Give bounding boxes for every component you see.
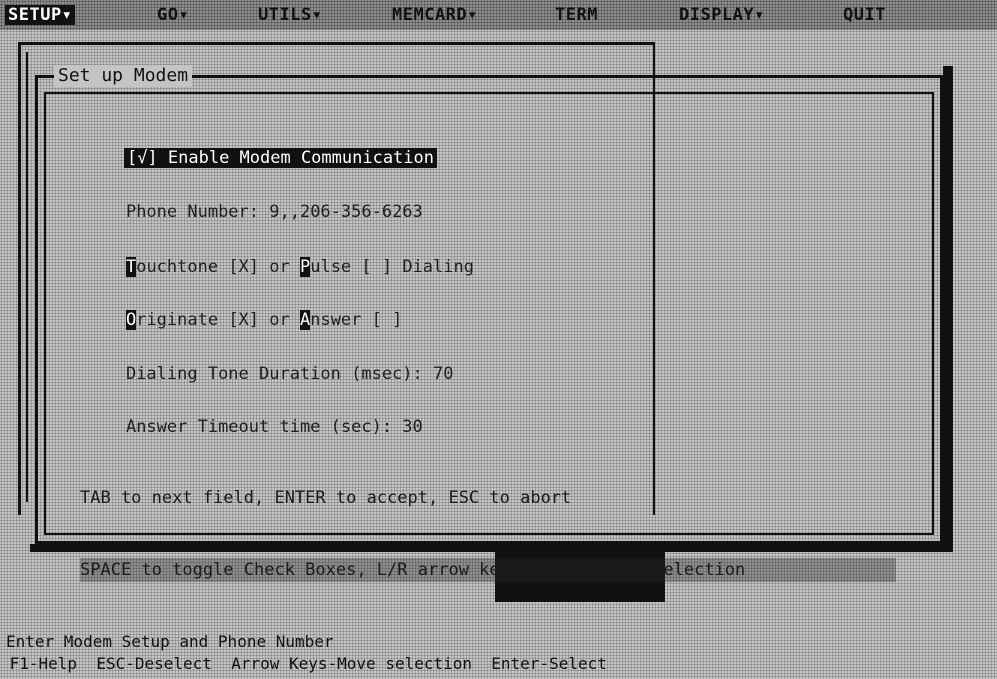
- pulse-hotkey: P: [299, 257, 311, 277]
- menu-bar: SETUP▾ GO▾ UTILS▾ MEMCARD▾ TERM DISPLAY▾…: [0, 0, 997, 30]
- help-line-2: SPACE to toggle Check Boxes, L/R arrow k…: [80, 558, 896, 582]
- touchtone-option[interactable]: ouchtone [X] or: [136, 257, 300, 277]
- background-window-frame-inner: [26, 52, 34, 502]
- menu-utils[interactable]: UTILS▾: [255, 5, 325, 25]
- menu-term[interactable]: TERM: [552, 5, 601, 25]
- modem-setup-dialog: Set up Modem [√] Enable Modem Communicat…: [35, 65, 943, 582]
- menu-memcard[interactable]: MEMCARD▾: [389, 5, 481, 25]
- menu-display[interactable]: DISPLAY▾: [676, 5, 768, 25]
- answer-timeout-field[interactable]: 30: [402, 417, 422, 437]
- menu-setup[interactable]: SETUP▾: [5, 5, 76, 25]
- touchtone-hotkey: T: [125, 257, 137, 277]
- status-message: Enter Modem Setup and Phone Number: [6, 632, 334, 651]
- help-line-1: TAB to next field, ENTER to accept, ESC …: [80, 488, 572, 508]
- menu-quit[interactable]: QUIT: [840, 5, 889, 25]
- window-shadow-right: [943, 66, 953, 551]
- phone-number-field[interactable]: 9,,206-356-6263: [269, 202, 423, 222]
- pulse-option[interactable]: ulse [ ] Dialing: [310, 257, 474, 277]
- dialing-tone-label: Dialing Tone Duration (msec):: [125, 364, 433, 384]
- originate-hotkey: O: [125, 310, 137, 330]
- originate-option[interactable]: riginate [X] or: [136, 310, 300, 330]
- key-help-bar: F1-Help ESC-Deselect Arrow Keys-Move sel…: [0, 654, 607, 673]
- answer-timeout-label: Answer Timeout time (sec):: [125, 417, 403, 437]
- dialog-title: Set up Modem: [54, 65, 193, 87]
- enable-modem-label: [√] Enable Modem Communication: [123, 148, 437, 168]
- menu-go[interactable]: GO▾: [154, 5, 192, 25]
- phone-number-label: Phone Number:: [125, 202, 270, 222]
- answer-option[interactable]: nswer [ ]: [310, 310, 402, 330]
- answer-hotkey: A: [299, 310, 311, 330]
- dialing-tone-field[interactable]: 70: [433, 364, 453, 384]
- dialog-help-text: TAB to next field, ENTER to accept, ESC …: [80, 438, 896, 630]
